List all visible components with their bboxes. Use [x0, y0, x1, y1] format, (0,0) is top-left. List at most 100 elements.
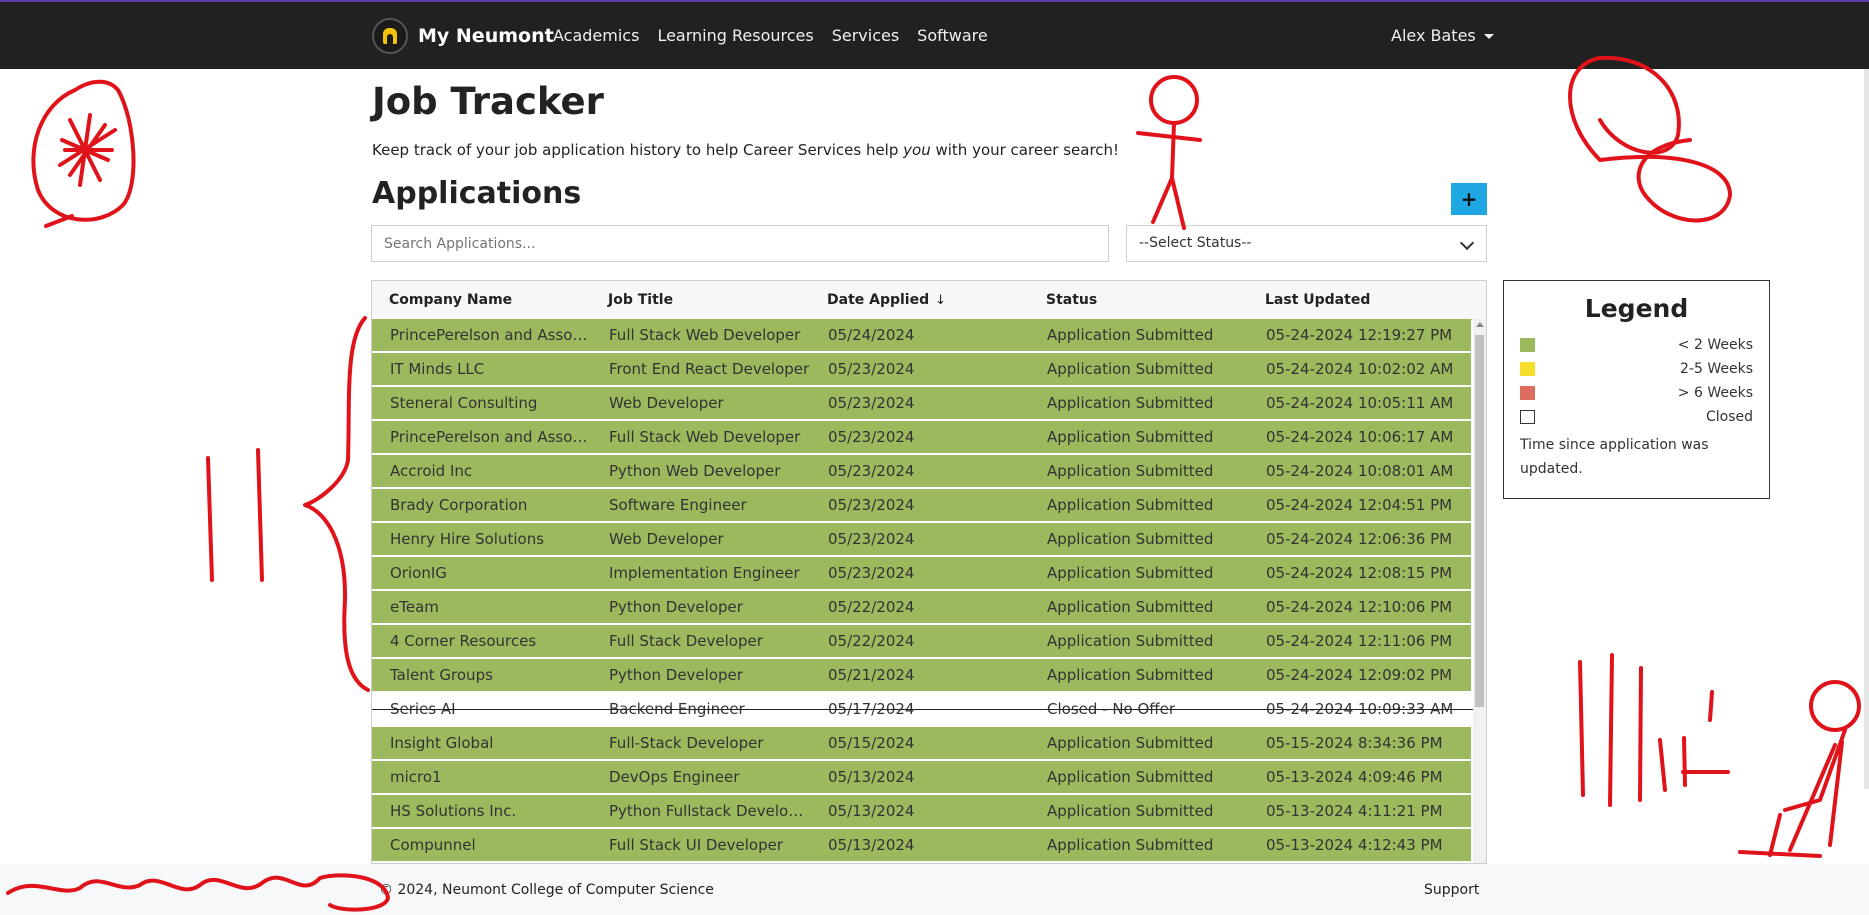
table-row[interactable]: HS Solutions Inc. Python Fullstack Develo… — [372, 795, 1471, 827]
cell-date-applied: 05/21/2024 — [828, 666, 915, 684]
cell-status: Application Submitted — [1047, 768, 1214, 786]
cell-company: PrincePerelson and Associates — [390, 326, 591, 344]
cell-status: Application Submitted — [1047, 734, 1214, 752]
user-menu[interactable]: Alex Bates — [1391, 26, 1494, 45]
cell-job-title: Full Stack Developer — [609, 632, 763, 650]
cell-date-applied: 05/23/2024 — [828, 564, 915, 582]
nav-link-software[interactable]: Software — [917, 26, 988, 45]
cell-status: Application Submitted — [1047, 836, 1214, 854]
cell-date-applied: 05/23/2024 — [828, 360, 915, 378]
cell-last-updated: 05-13-2024 4:12:43 PM — [1266, 836, 1443, 854]
search-input[interactable] — [371, 225, 1109, 262]
column-header-company[interactable]: Company Name — [372, 292, 591, 308]
user-name: Alex Bates — [1391, 26, 1476, 45]
cell-company: eTeam — [390, 598, 439, 616]
applications-table: Company Name Job Title Date Applied ↓ Sta… — [371, 280, 1487, 864]
cell-job-title: Implementation Engineer — [609, 564, 800, 582]
cell-job-title: Python Developer — [609, 666, 743, 684]
table-row[interactable]: Brady Corporation Software Engineer 05/23/… — [372, 489, 1471, 521]
cell-company: Henry Hire Solutions — [390, 530, 545, 548]
nav-link-learning-resources[interactable]: Learning Resources — [657, 26, 813, 45]
cell-status: Closed - No Offer — [1047, 700, 1176, 718]
cell-date-applied: 05/17/2024 — [828, 700, 915, 718]
cell-job-title: DevOps Engineer — [609, 768, 740, 786]
table-row[interactable]: Henry Hire Solutions Web Developer 05/23/2… — [372, 523, 1471, 555]
cell-job-title: Front End React Developer — [609, 360, 810, 378]
legend-swatch — [1520, 338, 1535, 352]
cell-status: Application Submitted — [1047, 666, 1214, 684]
cell-date-applied: 05/13/2024 — [828, 768, 915, 786]
table-row[interactable]: 4 Corner Resources Full Stack Developer 05… — [372, 625, 1471, 657]
cell-company: Brady Corporation — [390, 496, 528, 514]
copyright: © 2024, Neumont College of Computer Scie… — [379, 882, 714, 898]
cell-job-title: Full Stack UI Developer — [609, 836, 784, 854]
scroll-thumb[interactable] — [1475, 335, 1484, 707]
add-application-button[interactable]: + — [1451, 183, 1487, 215]
legend-note: Time since application was updated. — [1520, 437, 1709, 477]
cell-last-updated: 05-15-2024 8:34:36 PM — [1266, 734, 1443, 752]
legend-item: Closed — [1520, 405, 1753, 429]
cell-date-applied: 05/23/2024 — [828, 462, 915, 480]
brand-name: My Neumont — [418, 25, 554, 47]
scroll-up-icon[interactable] — [1476, 322, 1484, 327]
cell-date-applied: 05/24/2024 — [828, 326, 915, 344]
table-row[interactable]: eTeam Python Developer 05/22/2024 Applicati… — [372, 591, 1471, 623]
table-row[interactable]: IT Minds LLC Front End React Developer 05/… — [372, 353, 1471, 385]
cell-status: Application Submitted — [1047, 462, 1214, 480]
cell-company: PrincePerelson and Associates — [390, 428, 591, 446]
cell-job-title: Web Developer — [609, 394, 724, 412]
cell-status: Application Submitted — [1047, 598, 1214, 616]
brand[interactable]: My Neumont — [372, 18, 554, 54]
cell-company: Talent Groups — [390, 666, 493, 684]
column-header-date-applied[interactable]: Date Applied ↓ — [810, 292, 1029, 308]
cell-last-updated: 05-24-2024 12:06:36 PM — [1266, 530, 1453, 548]
cell-company: Insight Global — [390, 734, 494, 752]
cell-job-title: Software Engineer — [609, 496, 747, 514]
cell-date-applied: 05/13/2024 — [828, 836, 915, 854]
table-row[interactable]: Talent Groups Python Developer 05/21/2024 A… — [372, 659, 1471, 691]
cell-last-updated: 05-24-2024 12:09:02 PM — [1266, 666, 1453, 684]
cell-company: Compunnel — [390, 836, 476, 854]
caret-down-icon — [1483, 34, 1494, 39]
table-row[interactable]: PrincePerelson and Associates Full Stack … — [372, 421, 1471, 453]
table-row[interactable]: Insight Global Full-Stack Developer 05/15/… — [372, 727, 1471, 759]
status-select[interactable]: --Select Status-- — [1126, 225, 1487, 262]
cell-job-title: Full Stack Web Developer — [609, 326, 801, 344]
table-row[interactable]: PrincePerelson and Associates Full Stack … — [372, 319, 1471, 351]
table-row[interactable]: micro1 DevOps Engineer 05/13/2024 Applicati… — [372, 761, 1471, 793]
cell-company: 4 Corner Resources — [390, 632, 537, 650]
legend-label: 2-5 Weeks — [1680, 361, 1753, 377]
cell-job-title: Full Stack Web Developer — [609, 428, 801, 446]
page-scrollbar-track[interactable] — [1864, 69, 1869, 789]
cell-status: Application Submitted — [1047, 394, 1214, 412]
cell-status: Application Submitted — [1047, 428, 1214, 446]
legend-label: > 6 Weeks — [1677, 385, 1753, 401]
support-link[interactable]: Support — [1424, 882, 1479, 898]
table-scrollbar[interactable] — [1473, 319, 1486, 863]
column-header-last-updated[interactable]: Last Updated — [1248, 292, 1471, 308]
cell-last-updated: 05-24-2024 12:10:06 PM — [1266, 598, 1453, 616]
table-row[interactable]: Compunnel Full Stack UI Developer 05/13/20… — [372, 829, 1471, 861]
cell-last-updated: 05-24-2024 10:06:17 AM — [1266, 428, 1454, 446]
legend-swatch — [1520, 410, 1535, 424]
legend-item: < 2 Weeks — [1520, 333, 1753, 357]
legend-title: Legend — [1584, 294, 1689, 323]
column-header-status[interactable]: Status — [1029, 292, 1248, 308]
cell-last-updated: 05-24-2024 10:05:11 AM — [1266, 394, 1454, 412]
cell-status: Application Submitted — [1047, 360, 1214, 378]
table-row[interactable]: OrionIG Implementation Engineer 05/23/2024… — [372, 557, 1471, 589]
table-row[interactable]: Steneral Consulting Web Developer 05/23/20… — [372, 387, 1471, 419]
applications-heading: Applications — [372, 176, 582, 211]
doodle-stick-figure — [1136, 75, 1202, 230]
column-header-job-title[interactable]: Job Title — [591, 292, 810, 308]
cell-date-applied: 05/23/2024 — [828, 428, 915, 446]
nav-link-academics[interactable]: Academics — [553, 26, 639, 45]
nav-link-services[interactable]: Services — [832, 26, 899, 45]
cell-date-applied: 05/22/2024 — [828, 632, 915, 650]
cell-last-updated: 05-24-2024 12:19:27 PM — [1266, 326, 1453, 344]
status-select-value: --Select Status-- — [1139, 235, 1252, 251]
table-row[interactable]: Accroid Inc Python Web Developer 05/23/202… — [372, 455, 1471, 487]
cell-job-title: Python Web Developer — [609, 462, 781, 480]
table-row[interactable]: Series AI Backend Engineer 05/17/2024 Close… — [372, 693, 1486, 725]
legend-label: Closed — [1705, 409, 1753, 425]
